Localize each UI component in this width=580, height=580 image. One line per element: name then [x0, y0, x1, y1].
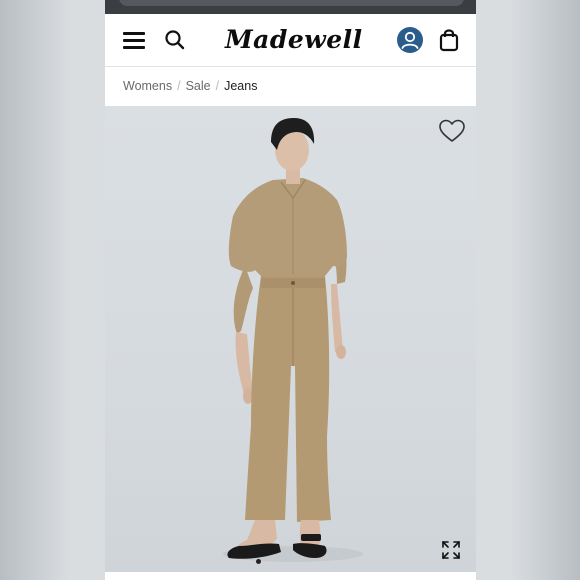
expand-icon[interactable]: [441, 540, 461, 560]
site-header: Madewell: [105, 14, 476, 67]
breadcrumb-sale[interactable]: Sale: [186, 79, 211, 93]
address-field[interactable]: [119, 0, 464, 6]
hamburger-menu-icon[interactable]: [123, 30, 145, 50]
breadcrumb-separator: /: [177, 79, 181, 93]
heart-icon[interactable]: [438, 118, 466, 144]
breadcrumb: Womens / Sale / Jeans: [105, 67, 476, 105]
breadcrumb-separator: /: [215, 79, 220, 93]
carousel-dot-active[interactable]: [256, 559, 261, 564]
breadcrumb-womens[interactable]: Womens: [123, 79, 172, 93]
brand-logo[interactable]: Madewell: [225, 22, 362, 58]
user-account-icon[interactable]: [397, 27, 423, 53]
shopping-bag-icon[interactable]: [438, 27, 460, 53]
product-photo-model: [223, 118, 363, 562]
breadcrumb-current: Jeans: [224, 79, 258, 93]
page-bottom-edge: [105, 572, 476, 580]
product-image[interactable]: [105, 106, 476, 580]
browser-url-bar: [105, 0, 476, 14]
search-icon[interactable]: [163, 28, 187, 52]
mobile-browser-frame: Madewell Womens / Sale / Jeans: [105, 0, 476, 580]
